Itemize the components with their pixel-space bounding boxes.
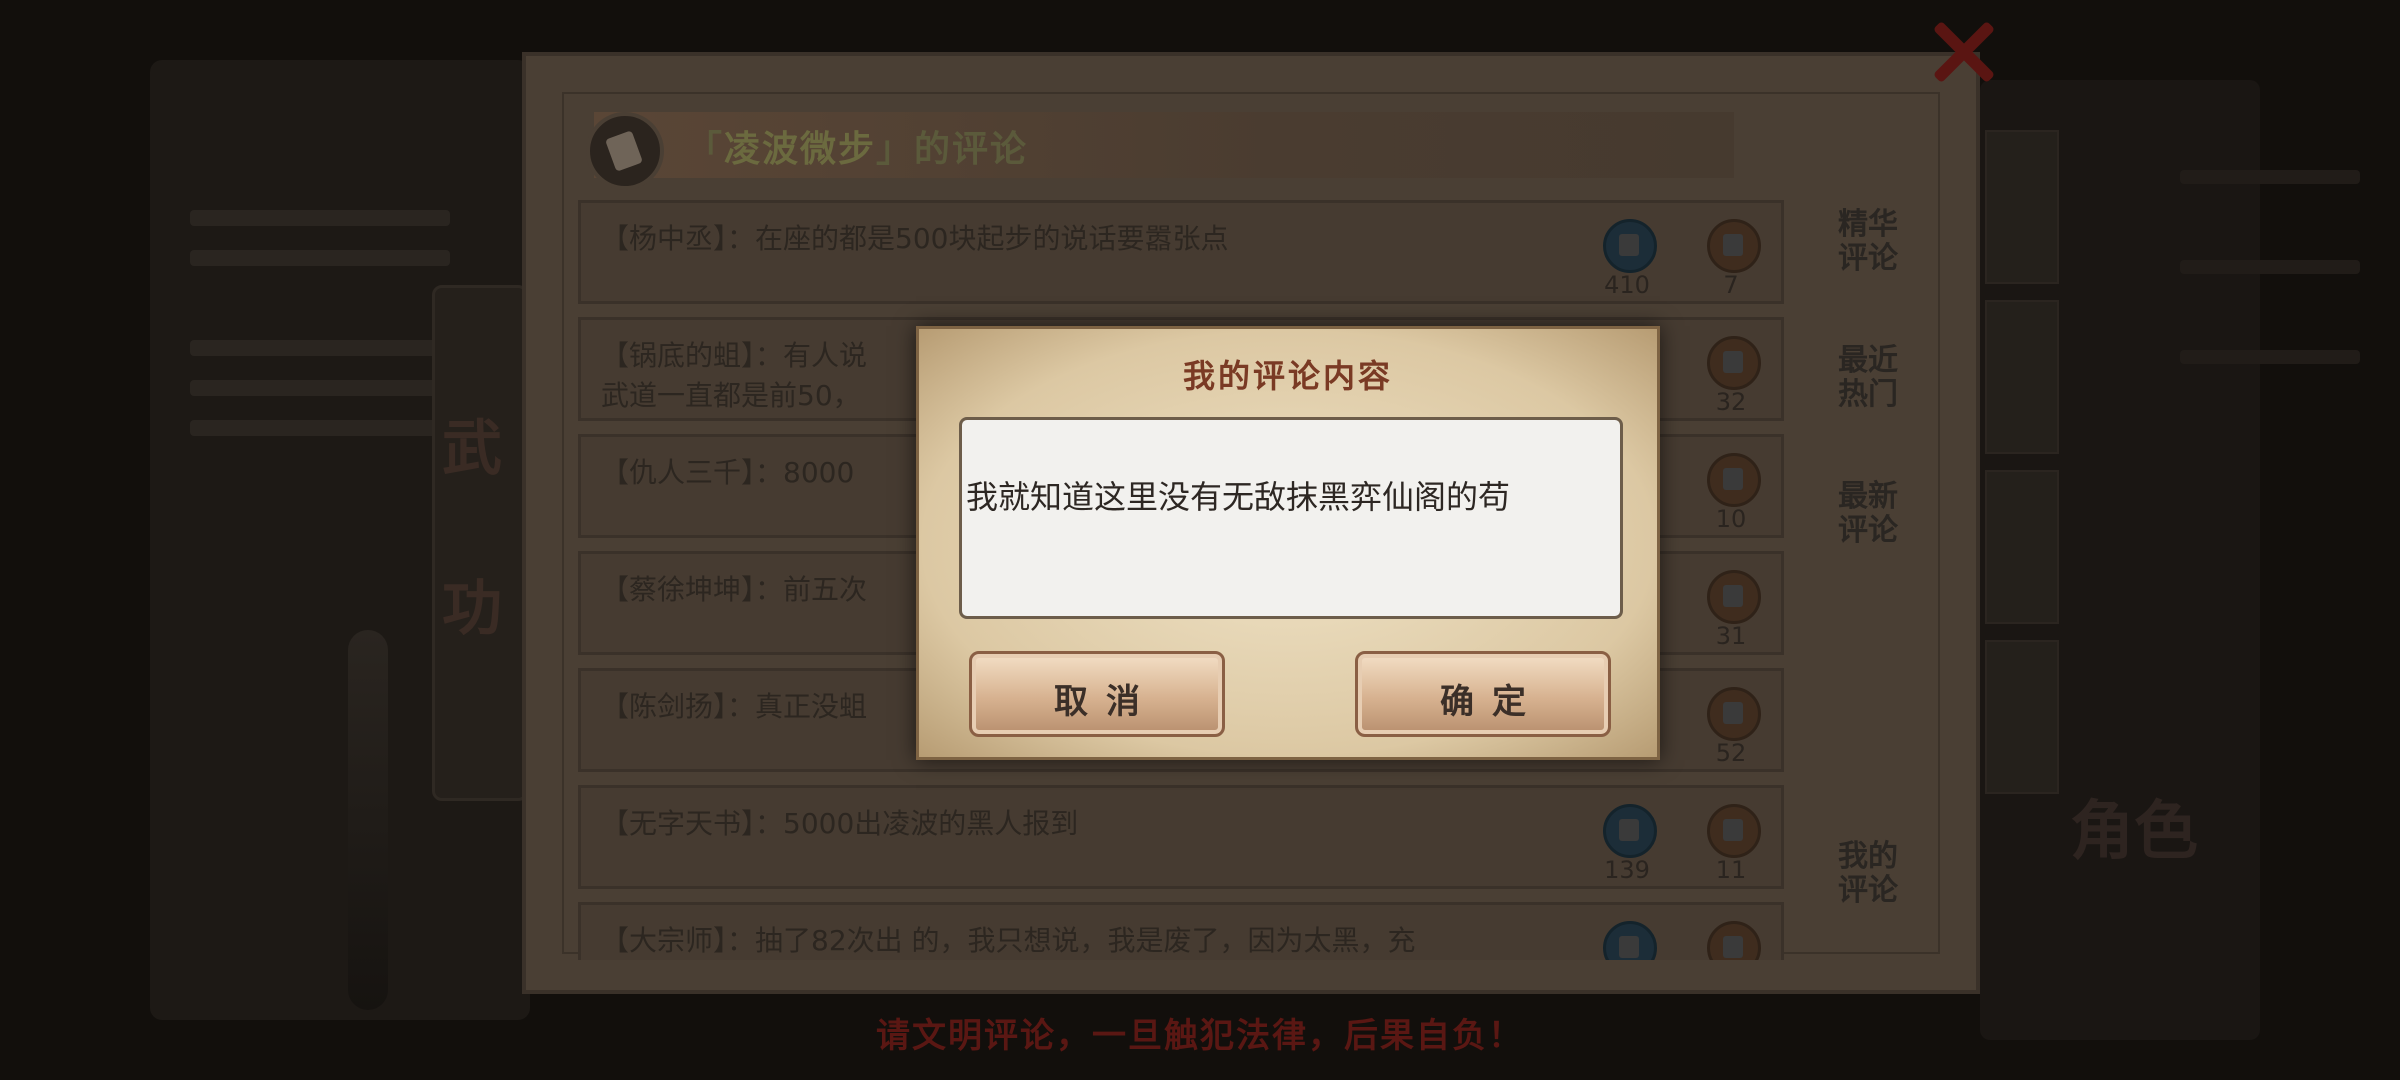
tab-featured-comments[interactable]: 精华 评论 (1828, 208, 1908, 276)
close-icon[interactable] (1922, 12, 2002, 92)
board-title: 「凌波微步」的评论 (686, 129, 1029, 170)
background-card (1985, 470, 2059, 624)
thumbs-down-icon[interactable] (1707, 804, 1761, 858)
background-text-line (2180, 170, 2360, 184)
background-text-line (190, 210, 450, 226)
comment-text: ：前五次 (755, 573, 868, 606)
thumbs-down-icon[interactable] (1707, 336, 1761, 390)
background-scroll (432, 285, 528, 801)
thumbs-down-icon[interactable] (1707, 219, 1761, 273)
background-text-line (2180, 350, 2360, 364)
comment-user: 【杨中丞】 (601, 222, 728, 255)
civility-warning: 请文明评论，一旦触犯法律，后果自负！ (876, 1016, 1524, 1056)
dislike-count: 11 (1715, 856, 1747, 884)
comment-row: 【大宗师】：抽了82次出 的，我只想说，我是废了，因为太黑，充 (578, 902, 1784, 960)
background-text-line (2180, 260, 2360, 274)
comment-text: ：真正没蛆 (727, 690, 868, 723)
scroll-icon (586, 112, 664, 190)
cancel-button[interactable]: 取消 (969, 651, 1225, 737)
thumbs-down-icon[interactable] (1707, 921, 1761, 960)
dislike-count: 52 (1715, 739, 1747, 767)
my-comment-dialog: 我的评论内容 我就知道这里没有无敌抹黑弈仙阁的苟 取消 确定 (916, 326, 1660, 760)
tab-latest-comments[interactable]: 最新 评论 (1828, 480, 1908, 548)
comment-text: ：8000 (755, 456, 855, 489)
background-char: 功 (442, 574, 502, 644)
comment-text: ：有人说 (755, 339, 868, 372)
background-card (1985, 130, 2059, 284)
comment-text: ：抽了82次出 的，我只想说，我是废了，因为太黑，充 (727, 924, 1416, 957)
background-text-line (190, 340, 450, 356)
comment-text: ：在座的都是500块起步的说话要嚣张点 (727, 222, 1229, 255)
comment-user: 【大宗师】 (601, 924, 728, 957)
comment-user: 【无字天书】 (601, 807, 756, 840)
tassel-decoration (348, 630, 388, 1010)
comment-input-text: 我就知道这里没有无敌抹黑弈仙阁的苟 (966, 478, 1511, 516)
like-count: 410 (1604, 271, 1650, 299)
dislike-count: 7 (1723, 271, 1739, 299)
thumbs-down-icon[interactable] (1707, 570, 1761, 624)
thumbs-up-icon[interactable] (1603, 921, 1657, 960)
background-text-line (190, 250, 450, 266)
thumbs-down-icon[interactable] (1707, 687, 1761, 741)
background-card (1985, 300, 2059, 454)
like-count: 139 (1604, 856, 1650, 884)
background-role-label: 角色 (2070, 794, 2198, 869)
tab-my-comments[interactable]: 我的 评论 (1828, 840, 1908, 908)
background-text-line (190, 380, 450, 396)
comment-user: 【锅底的蛆】 (601, 339, 756, 372)
comment-text-line2: 武道一直都是前50， (601, 379, 861, 412)
comment-user: 【仇人三千】 (601, 456, 756, 489)
thumbs-up-icon[interactable] (1603, 219, 1657, 273)
thumbs-down-icon[interactable] (1707, 453, 1761, 507)
confirm-button[interactable]: 确定 (1355, 651, 1611, 737)
dislike-count: 10 (1715, 505, 1747, 533)
comment-text: ：5000出凌波的黑人报到 (755, 807, 1079, 840)
tab-recent-hot[interactable]: 最近 热门 (1828, 344, 1908, 412)
skill-name: 凌波微步 (724, 129, 877, 170)
comment-row: 【无字天书】：5000出凌波的黑人报到 139 11 (578, 785, 1784, 889)
thumbs-up-icon[interactable] (1603, 804, 1657, 858)
comment-user: 【陈剑扬】 (601, 690, 728, 723)
dislike-count: 32 (1715, 388, 1747, 416)
comment-user: 【蔡徐坤坤】 (601, 573, 756, 606)
comment-row: 【杨中丞】：在座的都是500块起步的说话要嚣张点 410 7 (578, 200, 1784, 304)
dialog-title: 我的评论内容 (1182, 357, 1393, 395)
background-card (1985, 640, 2059, 794)
comment-input[interactable]: 我就知道这里没有无敌抹黑弈仙阁的苟 (959, 417, 1623, 619)
background-text-line (190, 420, 450, 436)
dislike-count: 31 (1715, 622, 1747, 650)
background-char: 武 (442, 414, 502, 484)
